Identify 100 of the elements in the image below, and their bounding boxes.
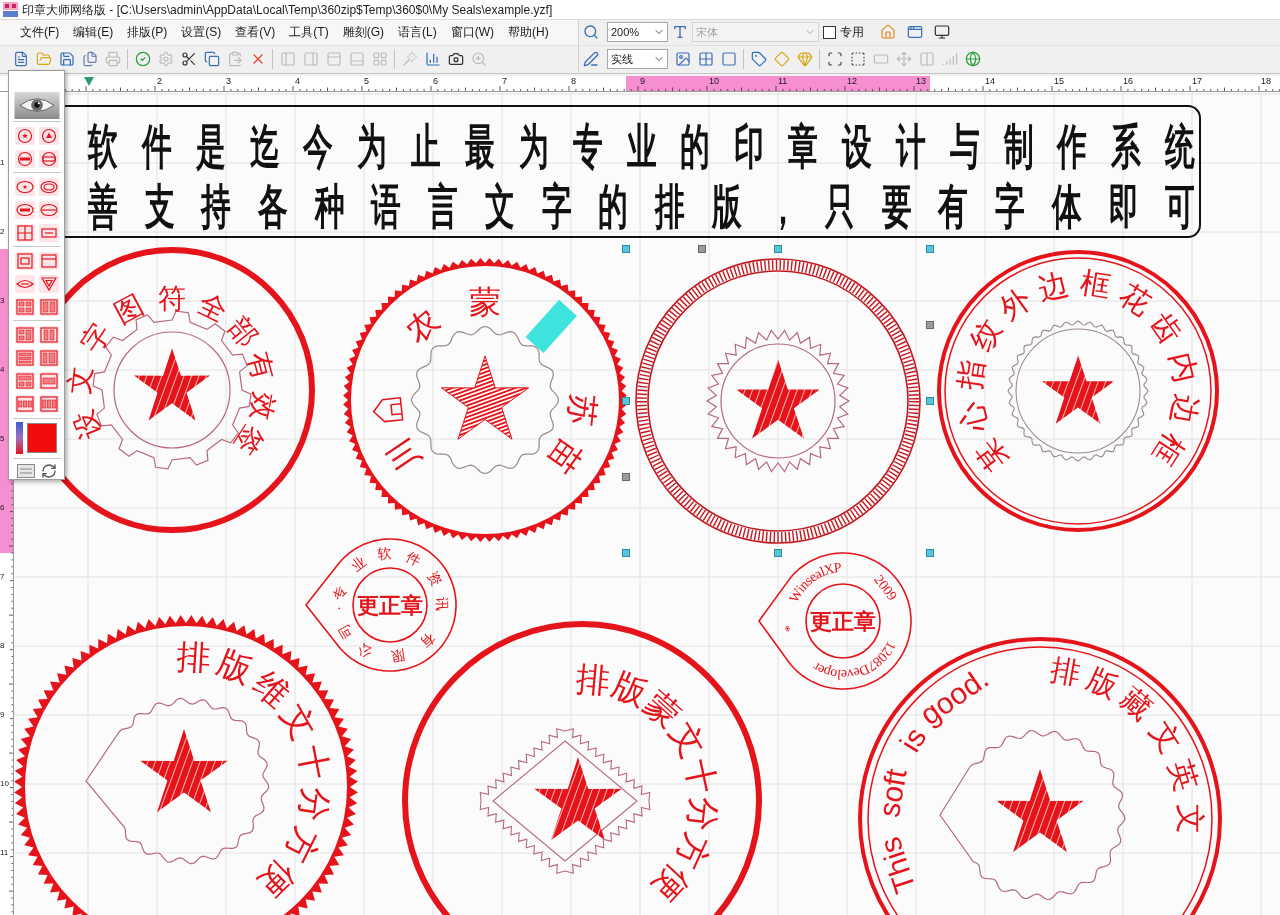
font-icon [672,24,688,41]
round-seal-icon[interactable] [38,126,59,145]
selection-handle[interactable] [926,397,934,405]
ruler-label: 15 [1054,76,1064,86]
oval-seal-icon[interactable] [14,177,35,196]
selection-handle[interactable] [622,549,630,557]
check-circle-icon[interactable] [134,51,151,68]
selection-handle[interactable] [926,549,934,557]
seal-text: 指 [952,357,990,393]
scissors-icon[interactable] [180,51,197,68]
banner-text: 软件是迄今为止最为专业的印章设计与制作系统 [88,119,1195,173]
tag-icon[interactable] [750,51,767,68]
grid-layout-icon[interactable] [14,348,35,367]
menu-item[interactable]: 设置(S) [181,23,222,42]
gem-icon[interactable] [796,51,813,68]
grid-icon[interactable] [697,51,714,68]
selection-handle[interactable] [774,245,782,253]
menu-item[interactable]: 编辑(E) [73,23,114,42]
ruler-label: 3 [0,296,5,305]
refresh-icon[interactable] [40,463,57,479]
seal-text: 限 [389,647,407,666]
ruler-label: 5 [0,434,5,443]
ruler-label: 12 [847,76,857,86]
oval-seal-icon[interactable] [14,200,35,219]
seal-text: 心 [953,398,993,436]
selection-handle[interactable] [698,245,706,253]
triangle-seal-icon[interactable] [38,274,59,293]
house-outline-icon [372,397,404,423]
app-logo-icon [3,2,18,17]
copy-icon[interactable] [203,51,220,68]
zoom-select[interactable]: 200% [607,22,668,43]
files-icon[interactable] [81,51,98,68]
selection-handle[interactable] [622,245,630,253]
seal-text: 文 [63,364,98,396]
color-swatch-icon[interactable] [27,423,57,453]
square-seal-icon[interactable] [14,223,35,242]
menu-item[interactable]: 语言(L) [398,23,437,42]
file-icon[interactable] [12,51,29,68]
grid-layout-icon[interactable] [38,371,59,390]
square-seal-icon[interactable] [14,251,35,270]
save-icon[interactable] [58,51,75,68]
seal-text: 资 [424,568,446,590]
selection-handle[interactable] [622,397,630,405]
grid-layout-icon[interactable] [38,325,59,344]
menu-item[interactable]: 工具(T) [289,23,329,42]
rectangle-seal-icon[interactable] [38,223,59,242]
menu-item[interactable]: 查看(V) [235,23,276,42]
seal-text: 英 [1163,756,1204,795]
dashed-square-icon[interactable] [849,51,866,68]
seal-text: 框 [1078,265,1113,304]
ruler-label: 6 [0,503,5,512]
menu-item[interactable]: 帮助(H) [508,23,549,42]
oval-seal-icon[interactable] [38,177,59,196]
seal-text: 文 [1173,804,1207,834]
window-icon[interactable] [906,24,923,41]
selection-handle[interactable] [622,473,630,481]
line-style-select[interactable]: 实线 [607,49,668,70]
camera-icon[interactable] [447,51,464,68]
globe-icon[interactable] [964,51,981,68]
picture-icon[interactable] [674,51,691,68]
selection-handle[interactable] [926,321,934,329]
dedicated-checkbox[interactable] [823,25,836,39]
ruler-label: 5 [364,76,369,86]
ruler-marker-icon[interactable] [84,77,94,86]
grid-layout-icon[interactable] [38,394,59,413]
window-title: 印章大师网络版 - [C:\Users\admin\AppData\Local\Temp\360zip$Temp\360$0\My Seals\example.yzf] [22,1,553,19]
menu-item[interactable]: 雕刻(G) [342,23,384,42]
grid-layout-icon[interactable] [14,297,35,316]
grid-layout-icon[interactable] [14,394,35,413]
scan-icon[interactable] [826,51,843,68]
ruler-label: 4 [295,76,300,86]
selection-handle[interactable] [926,245,934,253]
diamond-icon[interactable] [773,51,790,68]
seal-text: 业 [348,552,370,575]
selection-handle[interactable] [774,549,782,557]
gradient-swatch-icon[interactable] [16,422,23,454]
menu-item[interactable]: 排版(P) [127,23,168,42]
bar-chart-icon[interactable] [424,51,441,68]
menu-item[interactable]: 窗口(W) [450,23,494,42]
folder-icon[interactable] [35,51,52,68]
lens-seal-icon[interactable] [14,274,35,293]
home-icon[interactable] [879,24,896,41]
ruler-label: 11 [0,848,9,857]
ruler-label: 10 [0,779,9,788]
grid-layout-icon[interactable] [38,297,59,316]
grid-layout-icon[interactable] [38,348,59,367]
grid-layout-icon[interactable] [14,371,35,390]
panel-icon[interactable] [16,464,35,478]
seal-text: 蒙 [469,284,501,320]
rectangle-seal-icon[interactable] [38,251,59,270]
monitor-icon[interactable] [933,24,950,41]
round-seal-icon[interactable] [14,126,35,145]
round-seal-icon[interactable] [14,149,35,168]
grid-layout-icon[interactable] [14,325,35,344]
round-seal-icon[interactable] [38,149,59,168]
ruler-label: 17 [1192,76,1202,86]
square-icon[interactable] [720,51,737,68]
oval-seal-icon[interactable] [38,200,59,219]
menu-item[interactable]: 文件(F) [20,23,60,42]
ruler-label: 3 [226,76,231,86]
